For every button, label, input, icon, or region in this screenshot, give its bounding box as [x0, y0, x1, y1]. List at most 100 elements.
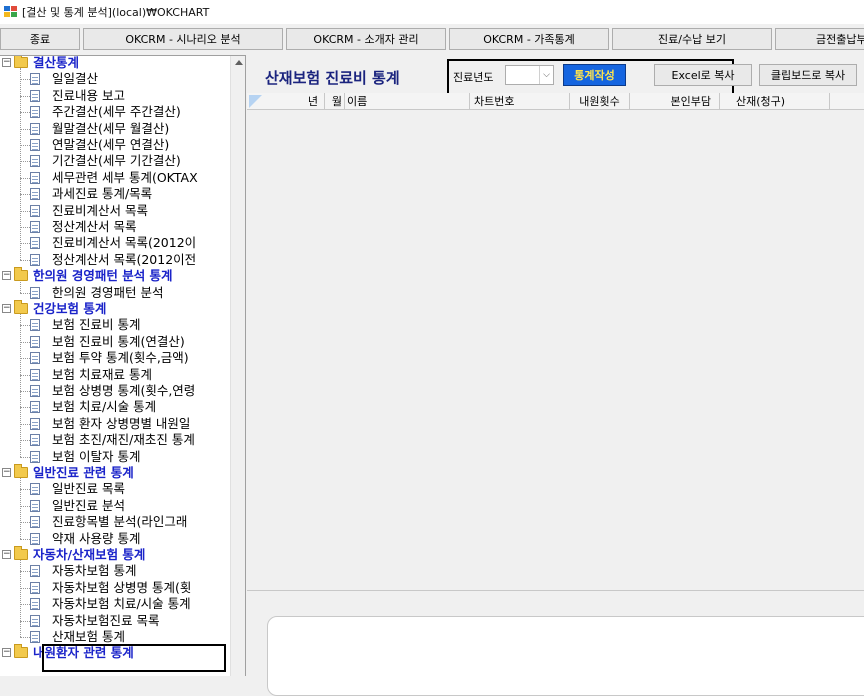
tree-item[interactable]: 진료항목별 분석(라인그래: [0, 514, 230, 530]
tree-item[interactable]: 보험 진료비 통계(연결산): [0, 334, 230, 350]
tree-item[interactable]: 연말결산(세무 연결산): [0, 137, 230, 153]
tree-connector: [20, 292, 30, 294]
okcrm-scenario-button[interactable]: OKCRM - 시나리오 분석: [83, 28, 283, 50]
tree-item[interactable]: 보험 초진/재진/재초진 통계: [0, 432, 230, 448]
tree-item-label: 자동차보험 통계: [52, 563, 137, 579]
okcrm-family-button[interactable]: OKCRM - 가족통계: [449, 28, 609, 50]
column-header-chart-no[interactable]: 차트번호: [470, 93, 570, 110]
okcrm-referrer-button[interactable]: OKCRM - 소개자 관리: [286, 28, 446, 50]
tree-item[interactable]: 자동차보험진료 목록: [0, 613, 230, 629]
tree-group[interactable]: − 한의원 경영패턴 분석 통계: [0, 267, 230, 284]
year-select[interactable]: ⌵: [505, 65, 554, 85]
tree-connector: [20, 243, 30, 245]
tree-item-label: 약재 사용량 통계: [52, 530, 141, 546]
tree-item-label: 월말결산(세무 월결산): [52, 120, 170, 136]
document-icon: [30, 204, 40, 217]
collapse-icon[interactable]: −: [2, 648, 11, 658]
result-grid[interactable]: 년 월 이름 차트번호 내원횟수 본인부담 산재(청구): [247, 93, 864, 585]
tree-item[interactable]: 보험 환자 상병명별 내원일: [0, 416, 230, 432]
tree-item[interactable]: 세무관련 세부 통계(OKTAX: [0, 170, 230, 186]
chevron-down-icon[interactable]: ⌵: [539, 66, 553, 84]
tree-connector: [20, 456, 30, 458]
document-icon: [30, 73, 40, 86]
folder-icon: [14, 546, 28, 560]
tree-item[interactable]: 한의원 경영패턴 분석: [0, 285, 230, 301]
tree-item[interactable]: 자동차보험 치료/시술 통계: [0, 596, 230, 612]
tree-connector: [20, 407, 30, 409]
tree-connector: [20, 587, 30, 589]
tree-group[interactable]: − 자동차/산재보험 통계: [0, 546, 230, 563]
tree-item[interactable]: 보험 투약 통계(횟수,금액): [0, 350, 230, 366]
column-header-copay[interactable]: 본인부담: [630, 93, 720, 110]
tree-connector: [20, 604, 30, 606]
make-statistics-button[interactable]: 통계작성: [563, 64, 626, 86]
tree-item[interactable]: 일반진료 분석: [0, 498, 230, 514]
tree-item[interactable]: 정산계산서 목록: [0, 219, 230, 235]
tree-group[interactable]: − 결산통계: [0, 55, 230, 71]
scroll-up-icon[interactable]: [235, 60, 243, 65]
column-header-month[interactable]: 월: [325, 93, 345, 110]
document-icon: [30, 253, 40, 266]
cashbook-button[interactable]: 금전출납부: [775, 28, 864, 50]
tree-connector: [20, 95, 30, 97]
tree-connector: [20, 423, 30, 425]
document-icon: [30, 581, 40, 594]
document-icon: [30, 565, 40, 578]
tree-connector: [20, 210, 30, 212]
tree-item[interactable]: 진료비계산서 목록(2012이: [0, 235, 230, 251]
tree-item[interactable]: 진료비계산서 목록: [0, 203, 230, 219]
document-icon: [30, 335, 40, 348]
collapse-icon[interactable]: −: [2, 550, 11, 559]
tree-item[interactable]: 기간결산(세무 기간결산): [0, 153, 230, 169]
tree-connector: [20, 325, 30, 327]
tree-item[interactable]: 월말결산(세무 월결산): [0, 121, 230, 137]
tree-item-label: 보험 진료비 통계: [52, 317, 141, 333]
document-icon: [30, 401, 40, 414]
tree-group-label: 결산통계: [33, 55, 80, 70]
window-title: [결산 및 통계 분석](local)₩OKCHART: [22, 6, 210, 19]
tree-scrollbar[interactable]: [230, 56, 245, 676]
tree-item[interactable]: 일반진료 목록: [0, 481, 230, 497]
tree-item[interactable]: 자동차보험 상병명 통계(횟: [0, 580, 230, 596]
tree-item[interactable]: 보험 상병명 통계(횟수,연령: [0, 383, 230, 399]
tree-connector: [20, 571, 30, 573]
tree-connector: [20, 505, 30, 507]
tree-connector: [20, 522, 30, 524]
collapse-icon[interactable]: −: [2, 58, 11, 67]
exit-button[interactable]: 종료: [0, 28, 80, 50]
tree-connector: [20, 79, 30, 81]
tree-item[interactable]: 주간결산(세무 주간결산): [0, 104, 230, 120]
collapse-icon[interactable]: −: [2, 271, 11, 281]
tree-group-label: 내원환자 관련 통계: [33, 645, 134, 661]
tree-item[interactable]: 보험 진료비 통계: [0, 317, 230, 333]
tree-item[interactable]: 보험 치료재료 통계: [0, 367, 230, 383]
tree-item[interactable]: 보험 치료/시술 통계: [0, 399, 230, 415]
tree-group[interactable]: − 건강보험 통계: [0, 300, 230, 317]
tree-item[interactable]: 자동차보험 통계: [0, 563, 230, 579]
column-header-claim[interactable]: 산재(청구): [720, 93, 830, 110]
collapse-icon[interactable]: −: [2, 304, 11, 313]
tree-item-label: 보험 초진/재진/재초진 통계: [52, 432, 195, 448]
column-header-year[interactable]: 년: [247, 93, 325, 110]
tree-item[interactable]: 보험 이탈자 통계: [0, 449, 230, 465]
tree-item[interactable]: 일일결산: [0, 71, 230, 87]
column-header-visits[interactable]: 내원횟수: [570, 93, 630, 110]
tree-item[interactable]: 약재 사용량 통계: [0, 531, 230, 547]
tree-item[interactable]: 진료내용 보고: [0, 88, 230, 104]
collapse-icon[interactable]: −: [2, 468, 11, 477]
column-header-name[interactable]: 이름: [345, 93, 470, 110]
tree-item[interactable]: 정산계산서 목록(2012이전: [0, 252, 230, 268]
folder-icon: [14, 464, 28, 478]
tree-item-label: 자동차보험 치료/시술 통계: [52, 596, 191, 612]
tree-group[interactable]: − 일반진료 관련 통계: [0, 464, 230, 481]
tree-item-selected[interactable]: 산재보험 통계: [0, 629, 230, 645]
document-icon: [30, 631, 40, 643]
clipboard-copy-button[interactable]: 클립보드로 복사: [759, 64, 857, 86]
tree-group[interactable]: − 내원환자 관련 통계: [0, 644, 230, 661]
tree-item-label: 보험 치료재료 통계: [52, 366, 152, 382]
tree-connector: [20, 637, 30, 638]
tree-item[interactable]: 과세진료 통계/목록: [0, 186, 230, 202]
excel-copy-button[interactable]: Excel로 복사: [654, 64, 752, 86]
treatment-payment-button[interactable]: 진료/수납 보기: [612, 28, 772, 50]
tree-connector: [20, 145, 30, 146]
